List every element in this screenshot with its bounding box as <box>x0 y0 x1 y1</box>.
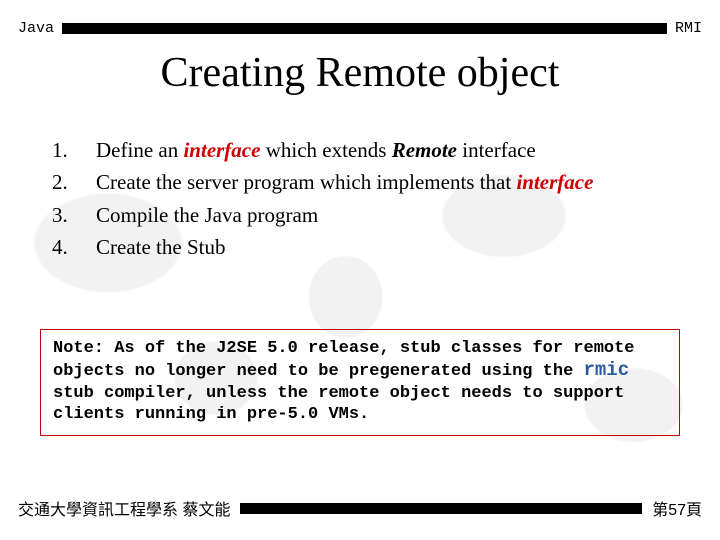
list-text: Create the Stub <box>96 232 670 262</box>
list-text: Create the server program which implemen… <box>96 167 670 197</box>
note-pre: Note: As of the J2SE 5.0 release, stub c… <box>53 339 635 381</box>
list-text: Compile the Java program <box>96 200 670 230</box>
numbered-list: 1.Define an interface which extends Remo… <box>52 135 670 263</box>
text-run: interface <box>457 138 536 162</box>
list-item: 3.Compile the Java program <box>52 200 670 230</box>
list-item: 1.Define an interface which extends Remo… <box>52 135 670 165</box>
list-item: 2.Create the server program which implem… <box>52 167 670 197</box>
list-number: 1. <box>52 135 96 165</box>
text-run: which extends <box>260 138 391 162</box>
text-run: Define an <box>96 138 183 162</box>
header: Java RMI <box>0 0 720 37</box>
list-number: 2. <box>52 167 96 197</box>
header-bar <box>62 23 667 34</box>
text-run: Compile the Java program <box>96 203 318 227</box>
footer-left: 交通大學資訊工程學系 蔡文能 <box>18 496 230 520</box>
text-run: Create the Stub <box>96 235 225 259</box>
emphasis: Remote <box>392 138 457 162</box>
footer-bar <box>240 503 642 514</box>
header-left: Java <box>18 20 54 37</box>
rmic-code: rmic <box>584 359 630 381</box>
list-item: 4.Create the Stub <box>52 232 670 262</box>
page-title: Creating Remote object <box>0 49 720 97</box>
text-run: Create the server program which implemen… <box>96 170 516 194</box>
list-text: Define an interface which extends Remote… <box>96 135 670 165</box>
header-right: RMI <box>675 20 702 37</box>
list-number: 3. <box>52 200 96 230</box>
list-number: 4. <box>52 232 96 262</box>
footer: 交通大學資訊工程學系 蔡文能 第57頁 <box>18 496 702 520</box>
note-box: Note: As of the J2SE 5.0 release, stub c… <box>40 329 680 437</box>
footer-right: 第57頁 <box>652 496 702 520</box>
emphasis: interface <box>516 170 593 194</box>
emphasis: interface <box>183 138 260 162</box>
note-post: stub compiler, unless the remote object … <box>53 384 624 424</box>
slide-content: Java RMI Creating Remote object 1.Define… <box>0 0 720 540</box>
